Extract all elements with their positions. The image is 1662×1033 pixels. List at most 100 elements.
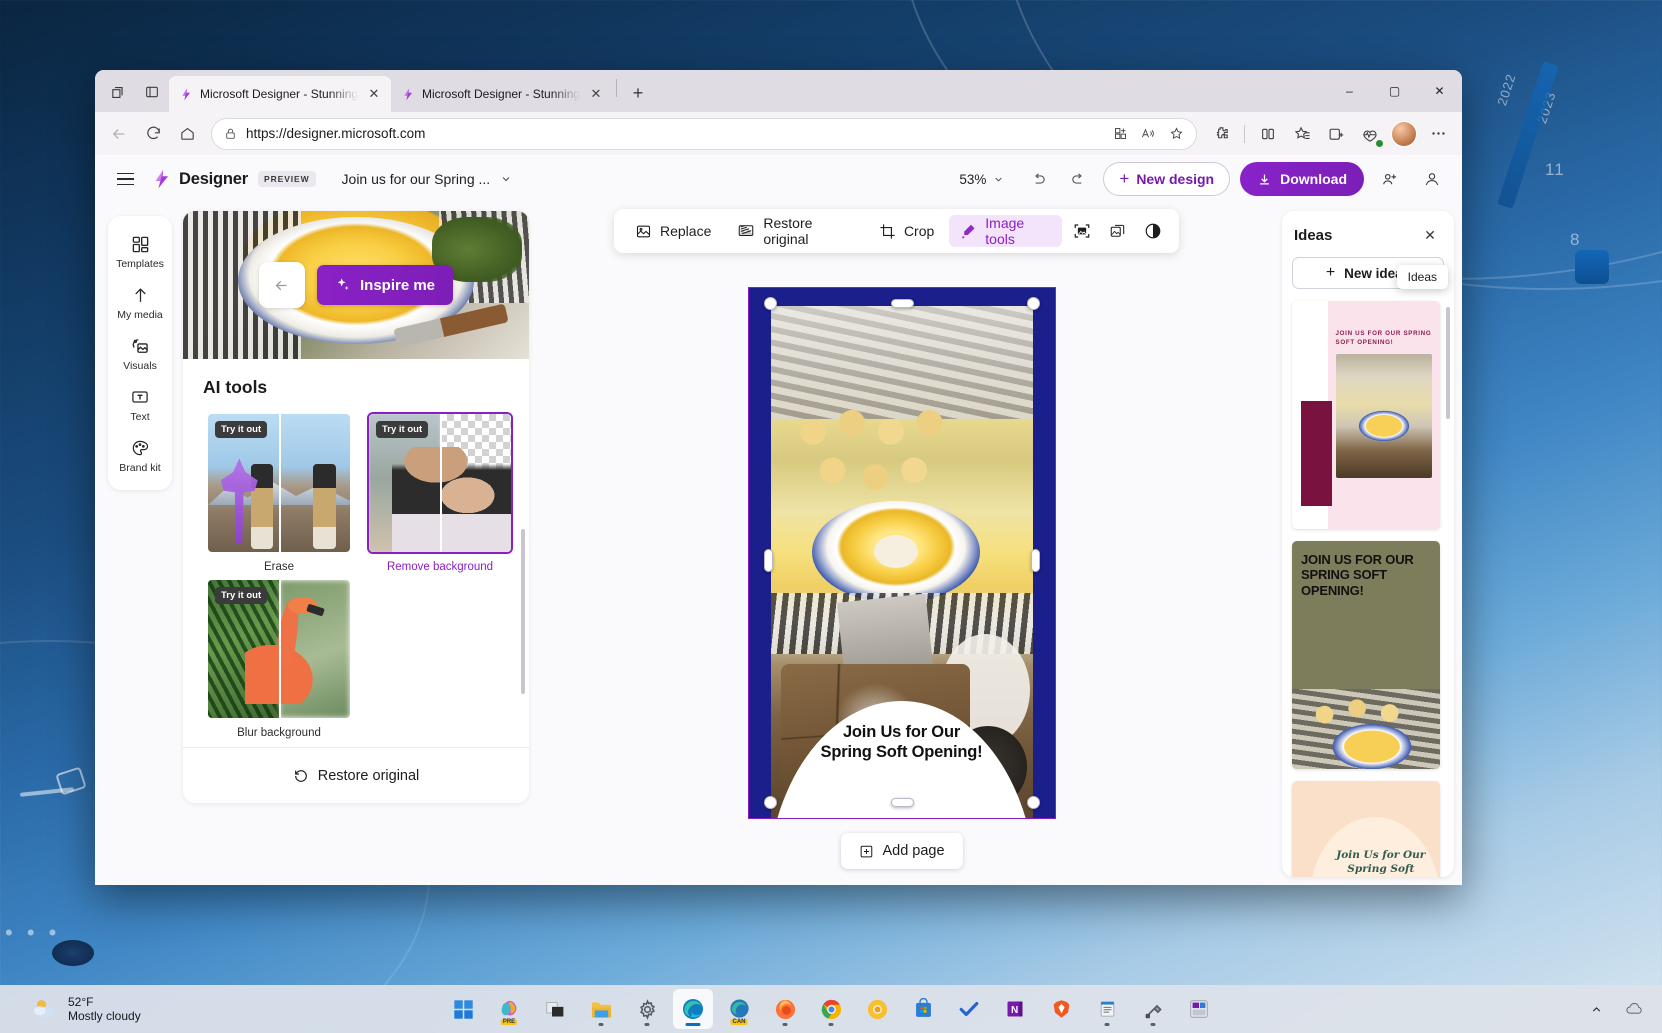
wallpaper-number-2: 11	[1545, 160, 1565, 180]
taskbar-onenote-button[interactable]: N	[995, 989, 1035, 1029]
read-aloud-icon[interactable]	[1134, 120, 1162, 148]
tool-thumbnail[interactable]: Try it out	[367, 412, 513, 554]
toolbar-replace-button[interactable]: Replace	[624, 215, 722, 247]
idea-card-image	[1336, 354, 1432, 478]
new-design-button[interactable]: + New design	[1103, 162, 1230, 196]
resize-handle-right[interactable]	[1031, 549, 1040, 572]
taskbar-chrome-canary-button[interactable]	[857, 989, 897, 1029]
restore-original-button[interactable]: Restore original	[279, 762, 434, 790]
network-icon[interactable]	[1619, 994, 1648, 1024]
toolbar-image-tools-button[interactable]: Image tools	[949, 215, 1062, 247]
todo-check-icon	[958, 998, 980, 1020]
collections-add-icon[interactable]	[1106, 120, 1134, 148]
taskbar-microsoft-store-button[interactable]	[903, 989, 943, 1029]
favorites-icon[interactable]	[1286, 118, 1318, 150]
minimize-button[interactable]: –	[1327, 70, 1372, 112]
show-hidden-icons-button[interactable]	[1584, 994, 1609, 1024]
taskbar-tool-button[interactable]	[1133, 989, 1173, 1029]
zoom-level: 53%	[959, 172, 986, 187]
panel-scrollbar[interactable]	[521, 529, 525, 694]
download-button[interactable]: Download	[1240, 162, 1364, 196]
close-icon[interactable]: ✕	[1418, 223, 1442, 247]
browser-tab-1[interactable]: Microsoft Designer - Stunning de ✕	[391, 76, 613, 112]
close-icon[interactable]: ✕	[587, 85, 605, 103]
settings-ellipsis-icon[interactable]	[1422, 118, 1454, 150]
collections-icon[interactable]	[1320, 118, 1352, 150]
adjust-contrast-icon[interactable]	[1137, 215, 1169, 247]
browser-essentials-icon[interactable]	[1354, 118, 1386, 150]
home-icon[interactable]	[171, 118, 203, 150]
tab-groups-icon[interactable]	[101, 77, 135, 107]
toolbar-crop-button[interactable]: Crop	[868, 215, 945, 247]
resize-handle-bottom[interactable]	[891, 798, 914, 807]
new-design-label: New design	[1136, 171, 1214, 187]
weather-widget[interactable]: 52°F Mostly cloudy	[22, 992, 150, 1027]
undo-button[interactable]	[1023, 164, 1053, 194]
panel-scroll-area[interactable]: AI tools Try it o	[183, 359, 529, 747]
tool-thumbnail[interactable]: Try it out	[206, 578, 352, 720]
extensions-icon[interactable]	[1205, 118, 1237, 150]
taskbar-task-view-button[interactable]	[535, 989, 575, 1029]
taskbar-todo-button[interactable]	[949, 989, 989, 1029]
add-page-button[interactable]: Add page	[840, 833, 962, 869]
redo-button[interactable]	[1063, 164, 1093, 194]
ai-tool-card-erase[interactable]: Try it out Erase	[203, 412, 355, 573]
rail-item-brand-kit[interactable]: Brand kit	[111, 430, 169, 478]
resize-handle-top[interactable]	[891, 299, 914, 308]
idea-card-0[interactable]: JOIN US FOR OUR SPRING SOFT OPENING!	[1292, 301, 1440, 529]
account-icon[interactable]	[1416, 163, 1448, 195]
browser-tab-0[interactable]: Microsoft Designer - Stunning de ✕	[169, 76, 391, 112]
hero-back-button[interactable]	[259, 262, 305, 308]
layers-icon[interactable]	[1102, 215, 1134, 247]
taskbar-file-explorer-button[interactable]	[581, 989, 621, 1029]
taskbar-chrome-button[interactable]	[811, 989, 851, 1029]
rail-item-text[interactable]: Text	[111, 379, 169, 427]
ideas-scrollbar[interactable]	[1446, 307, 1450, 419]
back-icon[interactable]	[103, 118, 135, 150]
rail-item-visuals[interactable]: Visuals	[111, 328, 169, 376]
resize-handle-left[interactable]	[764, 549, 773, 572]
close-window-button[interactable]: ✕	[1417, 70, 1462, 112]
document-title-dropdown[interactable]: Join us for our Spring ...	[332, 166, 523, 192]
tool-thumbnail[interactable]: Try it out	[206, 412, 352, 554]
new-tab-button[interactable]: +	[624, 79, 652, 107]
toolbar-restore-original-button[interactable]: Restore original	[726, 215, 864, 247]
ai-tool-card-blur-background[interactable]: Try it out Blur background	[203, 578, 355, 739]
taskbar-notepad-button[interactable]	[1087, 989, 1127, 1029]
resize-handle-bl[interactable]	[764, 796, 777, 809]
resize-handle-br[interactable]	[1027, 796, 1040, 809]
rail-item-templates[interactable]: Templates	[111, 226, 169, 274]
taskbar-copilot-button[interactable]: PRE	[489, 989, 529, 1029]
browser-tab-strip: Microsoft Designer - Stunning de ✕ Micro…	[95, 70, 1462, 112]
ai-tool-card-remove-background[interactable]: Try it out Remove background	[364, 412, 516, 573]
maximize-button[interactable]: ▢	[1372, 70, 1417, 112]
share-icon[interactable]	[1374, 163, 1406, 195]
resize-handle-tl[interactable]	[764, 297, 777, 310]
avatar[interactable]	[1388, 118, 1420, 150]
design-canvas[interactable]: Join Us for Our Spring Soft Opening!	[749, 288, 1055, 818]
taskbar-brave-button[interactable]	[1041, 989, 1081, 1029]
taskbar-edge-button[interactable]	[673, 989, 713, 1029]
sparkle-icon	[335, 277, 351, 293]
idea-card-1[interactable]: JOIN US FOR OUR SPRING SOFT OPENING!	[1292, 541, 1440, 769]
rail-item-my-media[interactable]: My media	[111, 277, 169, 325]
taskbar-settings-button[interactable]	[627, 989, 667, 1029]
split-screen-icon[interactable]	[135, 77, 169, 107]
taskbar-edge-canary-button[interactable]: CAN	[719, 989, 759, 1029]
address-input[interactable]: https://designer.microsoft.com	[211, 118, 1197, 150]
favorite-star-icon[interactable]	[1162, 120, 1190, 148]
zoom-control[interactable]: 53%	[950, 167, 1013, 192]
inspire-me-button[interactable]: Inspire me	[317, 265, 453, 305]
menu-icon[interactable]	[109, 163, 141, 195]
refresh-icon[interactable]	[137, 118, 169, 150]
split-screen-icon[interactable]	[1252, 118, 1284, 150]
canary-badge: CAN	[731, 1019, 748, 1025]
taskbar-start-button[interactable]	[443, 989, 483, 1029]
wifi-cloud-icon	[1625, 1002, 1642, 1016]
taskbar-firefox-button[interactable]	[765, 989, 805, 1029]
resize-handle-tr[interactable]	[1027, 297, 1040, 310]
idea-card-2[interactable]: Join Us for Our Spring Soft Opening!	[1292, 781, 1440, 877]
taskbar-designer-button[interactable]	[1179, 989, 1219, 1029]
fit-image-icon[interactable]	[1066, 215, 1098, 247]
close-icon[interactable]: ✕	[365, 85, 383, 103]
